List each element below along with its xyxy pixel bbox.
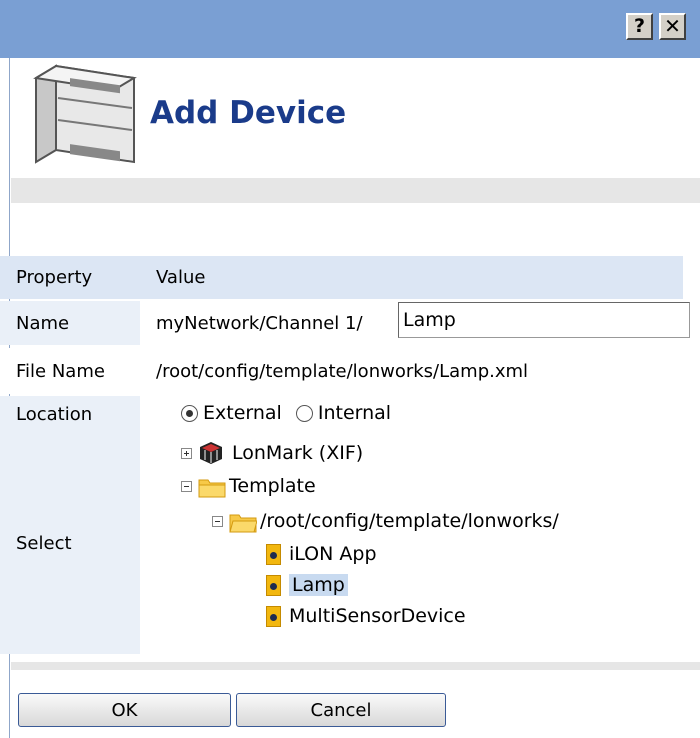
file-name-value: /root/config/template/lonworks/Lamp.xml [156,360,529,382]
external-radio-label[interactable]: External [203,402,282,424]
tree-node-item[interactable]: MultiSensorDevice [266,601,466,631]
location-label: Location [0,396,140,432]
tree-label-item: iLON App [289,543,377,565]
tree-node-item-selected[interactable]: Lamp [266,570,348,600]
collapse-icon[interactable] [212,515,223,527]
name-label: Name [0,301,140,345]
close-button[interactable]: ✕ [659,13,686,40]
external-radio[interactable] [181,404,198,422]
grid-header-row: Property Value [0,256,683,299]
template-file-icon [266,574,281,596]
lonmark-cube-icon [200,442,222,464]
location-radio-group: External Internal [181,402,391,424]
folder-icon [198,476,226,498]
file-name-label: File Name [0,348,140,394]
internal-radio-label[interactable]: Internal [318,402,391,424]
tree-label-lonmark: LonMark (XIF) [232,442,364,464]
template-file-icon [266,543,281,565]
folder-open-icon [229,511,258,533]
expand-icon[interactable] [181,447,192,459]
tree-node-item[interactable]: iLON App [266,539,377,569]
tree-node-template-path[interactable]: /root/config/template/lonworks/ [212,506,559,536]
tree-label-template-path: /root/config/template/lonworks/ [260,510,559,532]
device-name-input[interactable] [398,302,690,338]
file-name-row: File Name /root/config/template/lonworks… [0,348,683,394]
ok-button[interactable]: OK [18,693,231,727]
template-file-icon [266,605,281,627]
internal-radio[interactable] [295,404,313,422]
tree-node-template[interactable]: Template [181,471,316,501]
tree-label-item: Lamp [289,574,348,596]
title-bar: ? ✕ [0,0,700,58]
tree-label-template: Template [229,475,316,497]
select-label: Select [0,432,140,654]
tree-node-lonmark[interactable]: LonMark (XIF) [181,438,363,468]
dialog-title: Add Device [150,95,347,131]
help-button[interactable]: ? [626,13,653,40]
grid-header-value: Value [140,256,683,299]
cancel-button[interactable]: Cancel [236,693,446,727]
footer-separator [11,662,700,670]
tree-label-item: MultiSensorDevice [289,605,466,627]
device-module-icon [26,58,144,180]
header-separator [11,178,700,203]
grid-header-property: Property [0,256,140,299]
collapse-icon[interactable] [181,480,192,492]
